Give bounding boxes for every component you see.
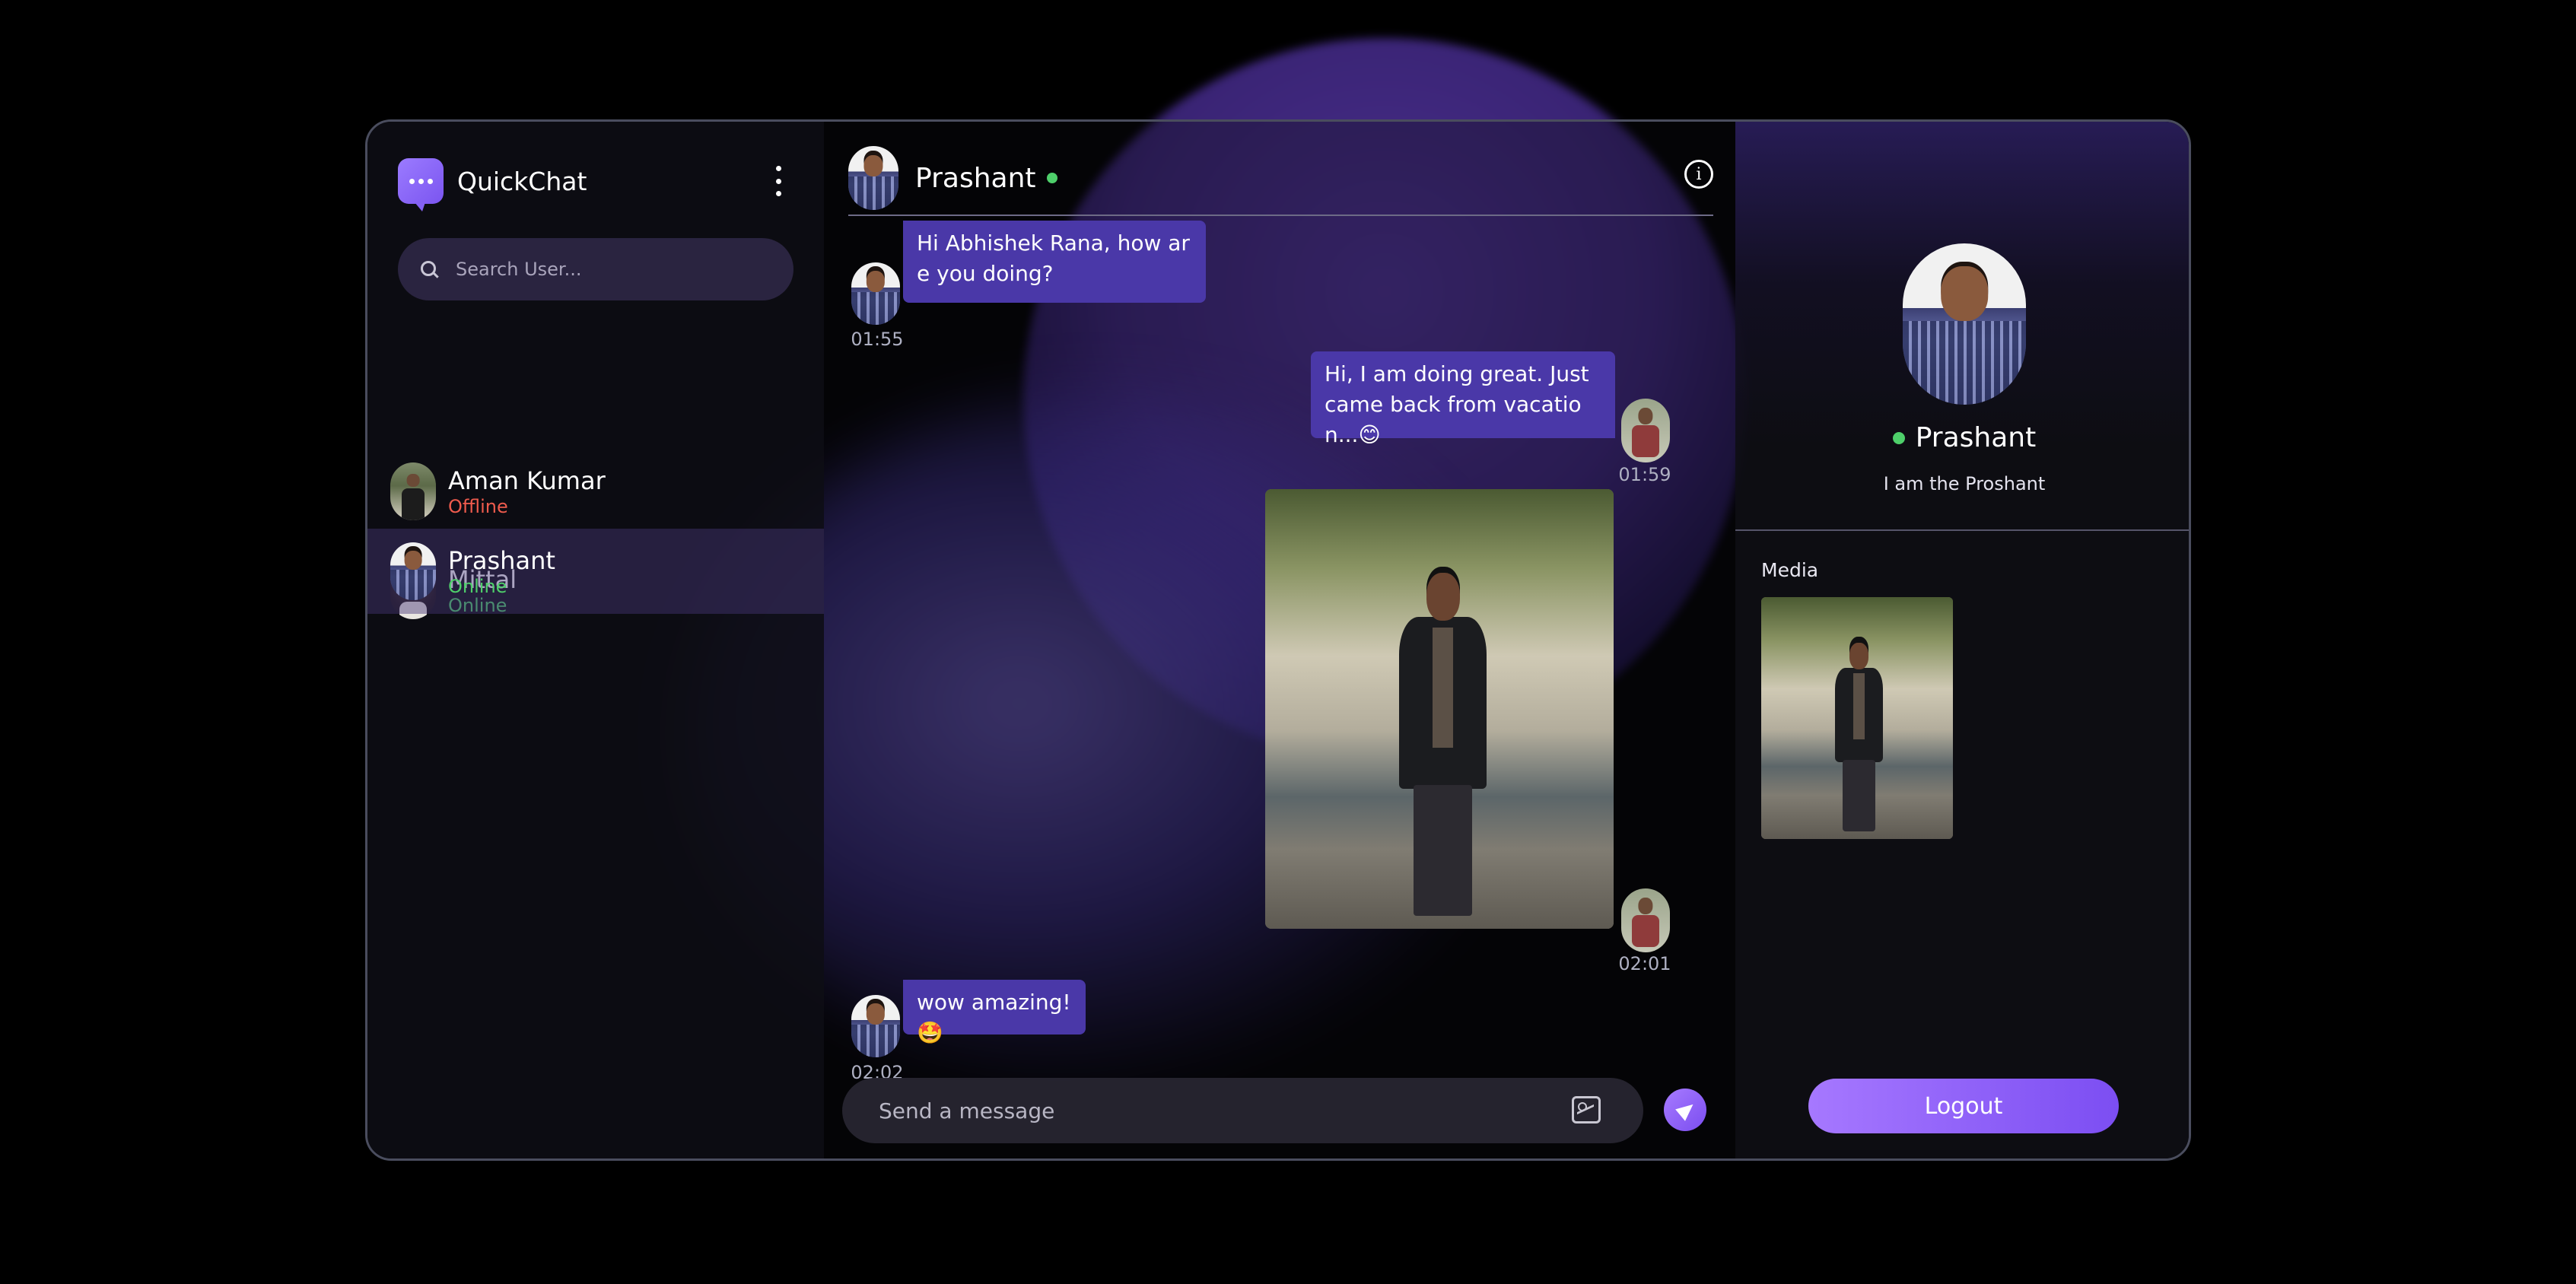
message-time: 01:55 xyxy=(851,329,904,350)
send-button[interactable] xyxy=(1664,1089,1706,1131)
profile-name: Prashant xyxy=(1915,422,2037,453)
user-name: Aman Kumar xyxy=(448,466,606,495)
message-bubble: wow amazing!🤩 xyxy=(903,980,1086,1045)
info-icon[interactable]: i xyxy=(1684,160,1713,189)
message-image[interactable] xyxy=(1265,489,1614,929)
profile-header: Prashant I am the Proshant xyxy=(1735,122,2189,531)
user-list-item-aman-kumar[interactable]: Aman Kumar Offline xyxy=(367,449,824,534)
profile-avatar xyxy=(1903,243,2026,405)
app-window: QuickChat Aman Kumar Offline Mittal Onli… xyxy=(365,119,2191,1161)
user-list-item-prashant[interactable]: Prashant Online xyxy=(367,529,824,614)
send-icon xyxy=(1675,1098,1698,1121)
user-name: Prashant xyxy=(448,546,555,575)
avatar[interactable] xyxy=(848,146,898,210)
profile-panel: Prashant I am the Proshant Media Logout xyxy=(1735,122,2189,1158)
chat-contact-name: Prashant xyxy=(915,162,1036,194)
chat-logo-icon xyxy=(398,158,444,211)
sidebar: QuickChat Aman Kumar Offline Mittal Onli… xyxy=(367,122,824,1158)
chat-header: Prashant i xyxy=(848,141,1713,216)
more-vertical-icon[interactable] xyxy=(771,166,786,196)
online-indicator xyxy=(1046,173,1057,183)
message-input[interactable] xyxy=(877,1097,1550,1124)
avatar xyxy=(390,462,436,520)
user-status: Offline xyxy=(448,496,508,517)
user-status: Online xyxy=(448,576,507,597)
avatar xyxy=(1621,399,1670,462)
avatar xyxy=(851,995,900,1057)
message-composer xyxy=(842,1078,1643,1143)
message-time: 02:01 xyxy=(1618,953,1671,974)
avatar xyxy=(1621,888,1670,952)
avatar xyxy=(851,262,900,325)
online-indicator xyxy=(1892,431,1905,444)
message-bubble: Hi, I am doing great. Just came back fro… xyxy=(1311,351,1615,447)
avatar xyxy=(390,542,436,600)
brand: QuickChat xyxy=(398,158,587,211)
logout-button[interactable]: Logout xyxy=(1808,1079,2119,1133)
media-label: Media xyxy=(1761,559,1819,581)
search-input[interactable] xyxy=(454,258,777,281)
gallery-icon[interactable] xyxy=(1572,1096,1601,1124)
media-thumbnail[interactable] xyxy=(1761,597,1953,839)
search-icon xyxy=(421,261,437,278)
app-name: QuickChat xyxy=(457,166,587,196)
profile-bio: I am the Proshant xyxy=(1883,473,2046,494)
message-time: 01:59 xyxy=(1618,464,1671,485)
search-bar xyxy=(398,238,793,300)
message-bubble: Hi Abhishek Rana, how are you doing? xyxy=(903,221,1206,303)
